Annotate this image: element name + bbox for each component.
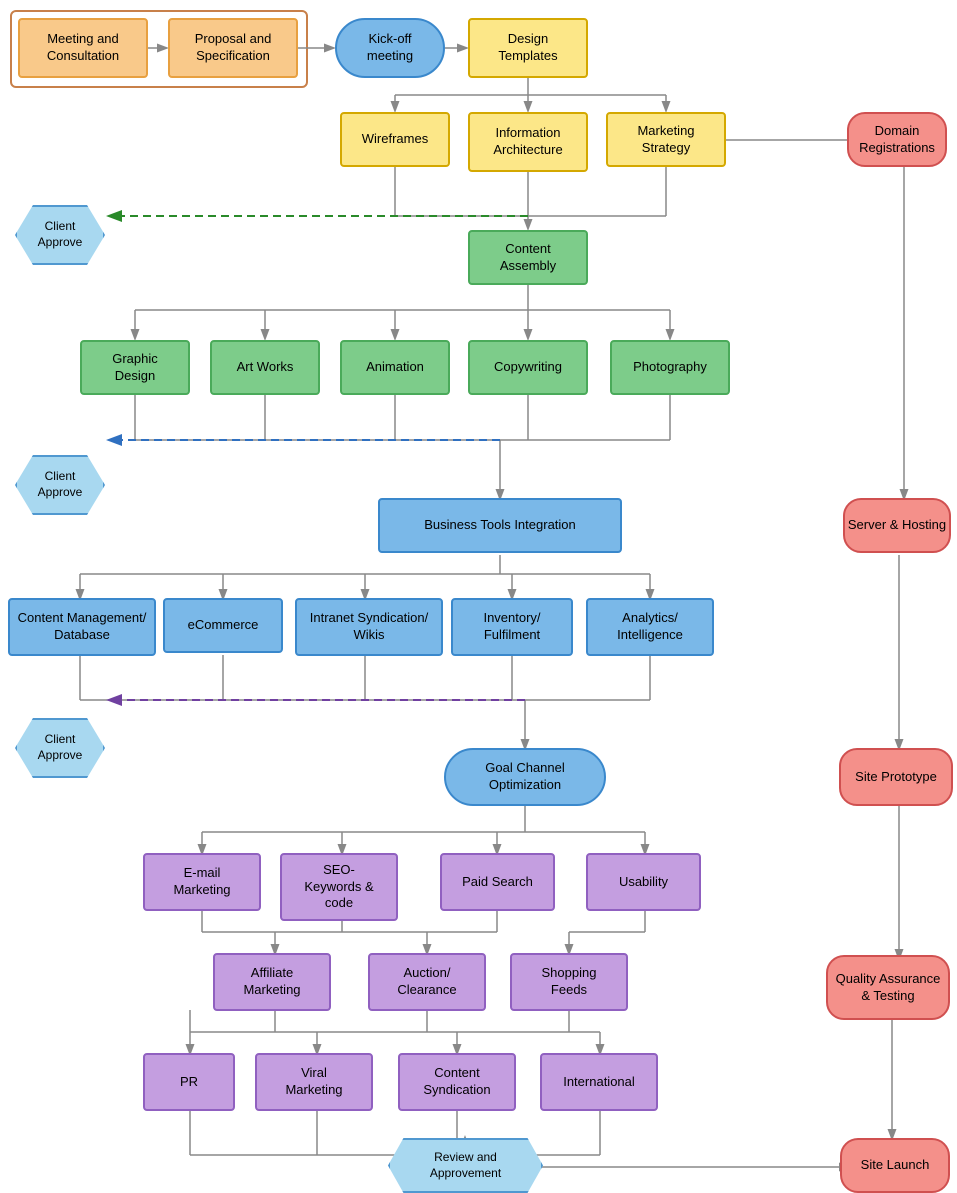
photography-node: Photography [610, 340, 730, 395]
affiliate-node: AffiliateMarketing [213, 953, 331, 1011]
inventory-node: Inventory/Fulfilment [451, 598, 573, 656]
diagram: Meeting andConsultation Proposal andSpec… [0, 0, 957, 1183]
analytics-node: Analytics/Intelligence [586, 598, 714, 656]
viral-node: ViralMarketing [255, 1053, 373, 1111]
auction-node: Auction/Clearance [368, 953, 486, 1011]
client-approve-2-node: ClientApprove [15, 455, 105, 515]
pr-node: PR [143, 1053, 235, 1111]
proposal-node: Proposal andSpecification [168, 18, 298, 78]
graphic-design-node: GraphicDesign [80, 340, 190, 395]
copywriting-node: Copywriting [468, 340, 588, 395]
ecommerce-node: eCommerce [163, 598, 283, 653]
review-node: Review andApprovement [388, 1138, 543, 1193]
biz-tools-node: Business Tools Integration [378, 498, 622, 553]
email-mktg-node: E-mailMarketing [143, 853, 261, 911]
international-node: International [540, 1053, 658, 1111]
goal-channel-node: Goal ChannelOptimization [444, 748, 606, 806]
marketing-node: MarketingStrategy [606, 112, 726, 167]
content-synd-node: ContentSyndication [398, 1053, 516, 1111]
art-works-node: Art Works [210, 340, 320, 395]
usability-node: Usability [586, 853, 701, 911]
content-mgmt-node: Content Management/Database [8, 598, 156, 656]
client-approve-3-node: ClientApprove [15, 718, 105, 778]
meeting-node: Meeting andConsultation [18, 18, 148, 78]
site-proto-node: Site Prototype [839, 748, 953, 806]
paid-search-node: Paid Search [440, 853, 555, 911]
animation-node: Animation [340, 340, 450, 395]
site-launch-node: Site Launch [840, 1138, 950, 1193]
kickoff-node: Kick-offmeeting [335, 18, 445, 78]
qa-node: Quality Assurance& Testing [826, 955, 950, 1020]
wireframes-node: Wireframes [340, 112, 450, 167]
intranet-node: Intranet Syndication/Wikis [295, 598, 443, 656]
client-approve-1-node: ClientApprove [15, 205, 105, 265]
seo-node: SEO-Keywords &code [280, 853, 398, 921]
shopping-node: ShoppingFeeds [510, 953, 628, 1011]
server-node: Server & Hosting [843, 498, 951, 553]
domain-node: DomainRegistrations [847, 112, 947, 167]
design-templates-node: DesignTemplates [468, 18, 588, 78]
info-arch-node: InformationArchitecture [468, 112, 588, 172]
content-assembly-node: ContentAssembly [468, 230, 588, 285]
